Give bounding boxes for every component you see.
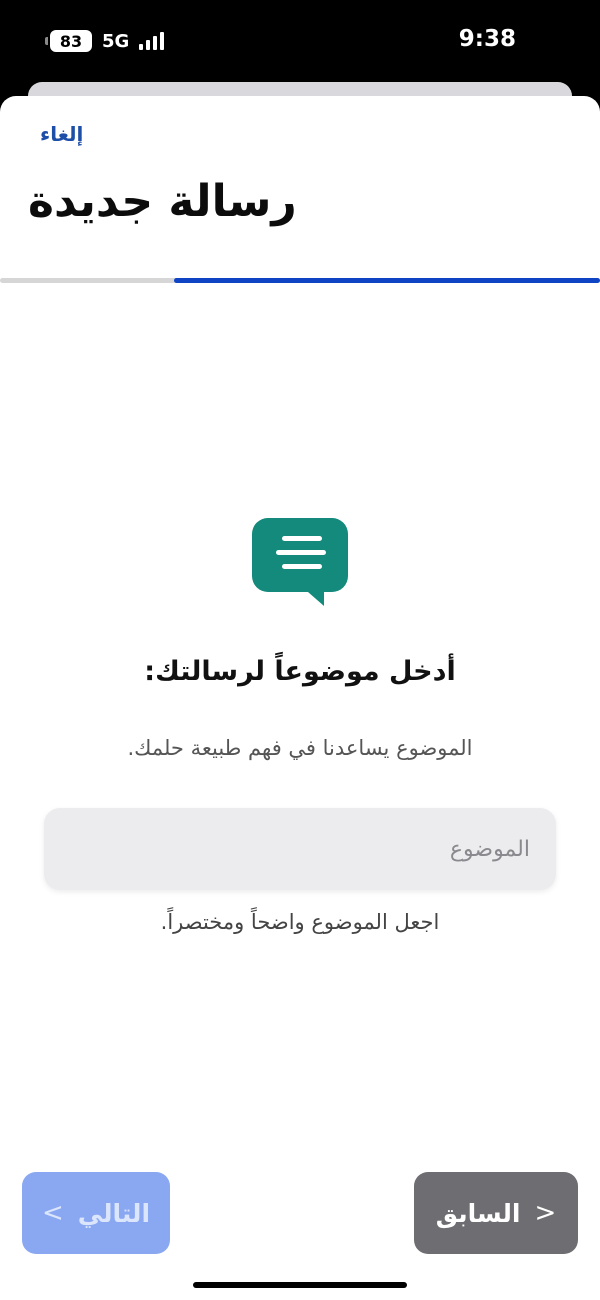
status-bar: 83 5G 9:38 bbox=[0, 0, 600, 84]
next-button-label: التالي bbox=[77, 1198, 151, 1228]
battery-icon: 83 bbox=[45, 30, 92, 52]
next-button[interactable]: < التالي bbox=[22, 1172, 170, 1254]
subject-input[interactable] bbox=[44, 808, 556, 890]
progress-bar bbox=[0, 278, 600, 283]
network-label: 5G bbox=[102, 30, 130, 52]
chevron-left-icon: < bbox=[41, 1198, 64, 1228]
message-bubble-icon bbox=[252, 518, 348, 606]
subject-hint: اجعل الموضوع واضحاً ومختصراً. bbox=[160, 910, 440, 934]
subject-prompt: أدخل موضوعاً لرسالتك: bbox=[144, 656, 456, 687]
chevron-right-icon: > bbox=[534, 1198, 557, 1228]
signal-icon bbox=[139, 32, 165, 50]
new-message-sheet: إلغاء رسالة جديدة أدخل موضوعاً لرسالتك: … bbox=[0, 96, 600, 1300]
subject-helper-text: الموضوع يساعدنا في فهم طبيعة حلمك. bbox=[127, 736, 473, 760]
cancel-button[interactable]: إلغاء bbox=[40, 122, 83, 146]
clock: 9:38 bbox=[458, 26, 516, 52]
previous-button-label: السابق bbox=[435, 1198, 521, 1228]
page-title: رسالة جديدة bbox=[28, 176, 297, 227]
progress-fill bbox=[174, 278, 600, 283]
status-indicators: 83 5G bbox=[45, 28, 165, 54]
previous-button[interactable]: السابق > bbox=[414, 1172, 578, 1254]
home-indicator bbox=[193, 1282, 407, 1288]
